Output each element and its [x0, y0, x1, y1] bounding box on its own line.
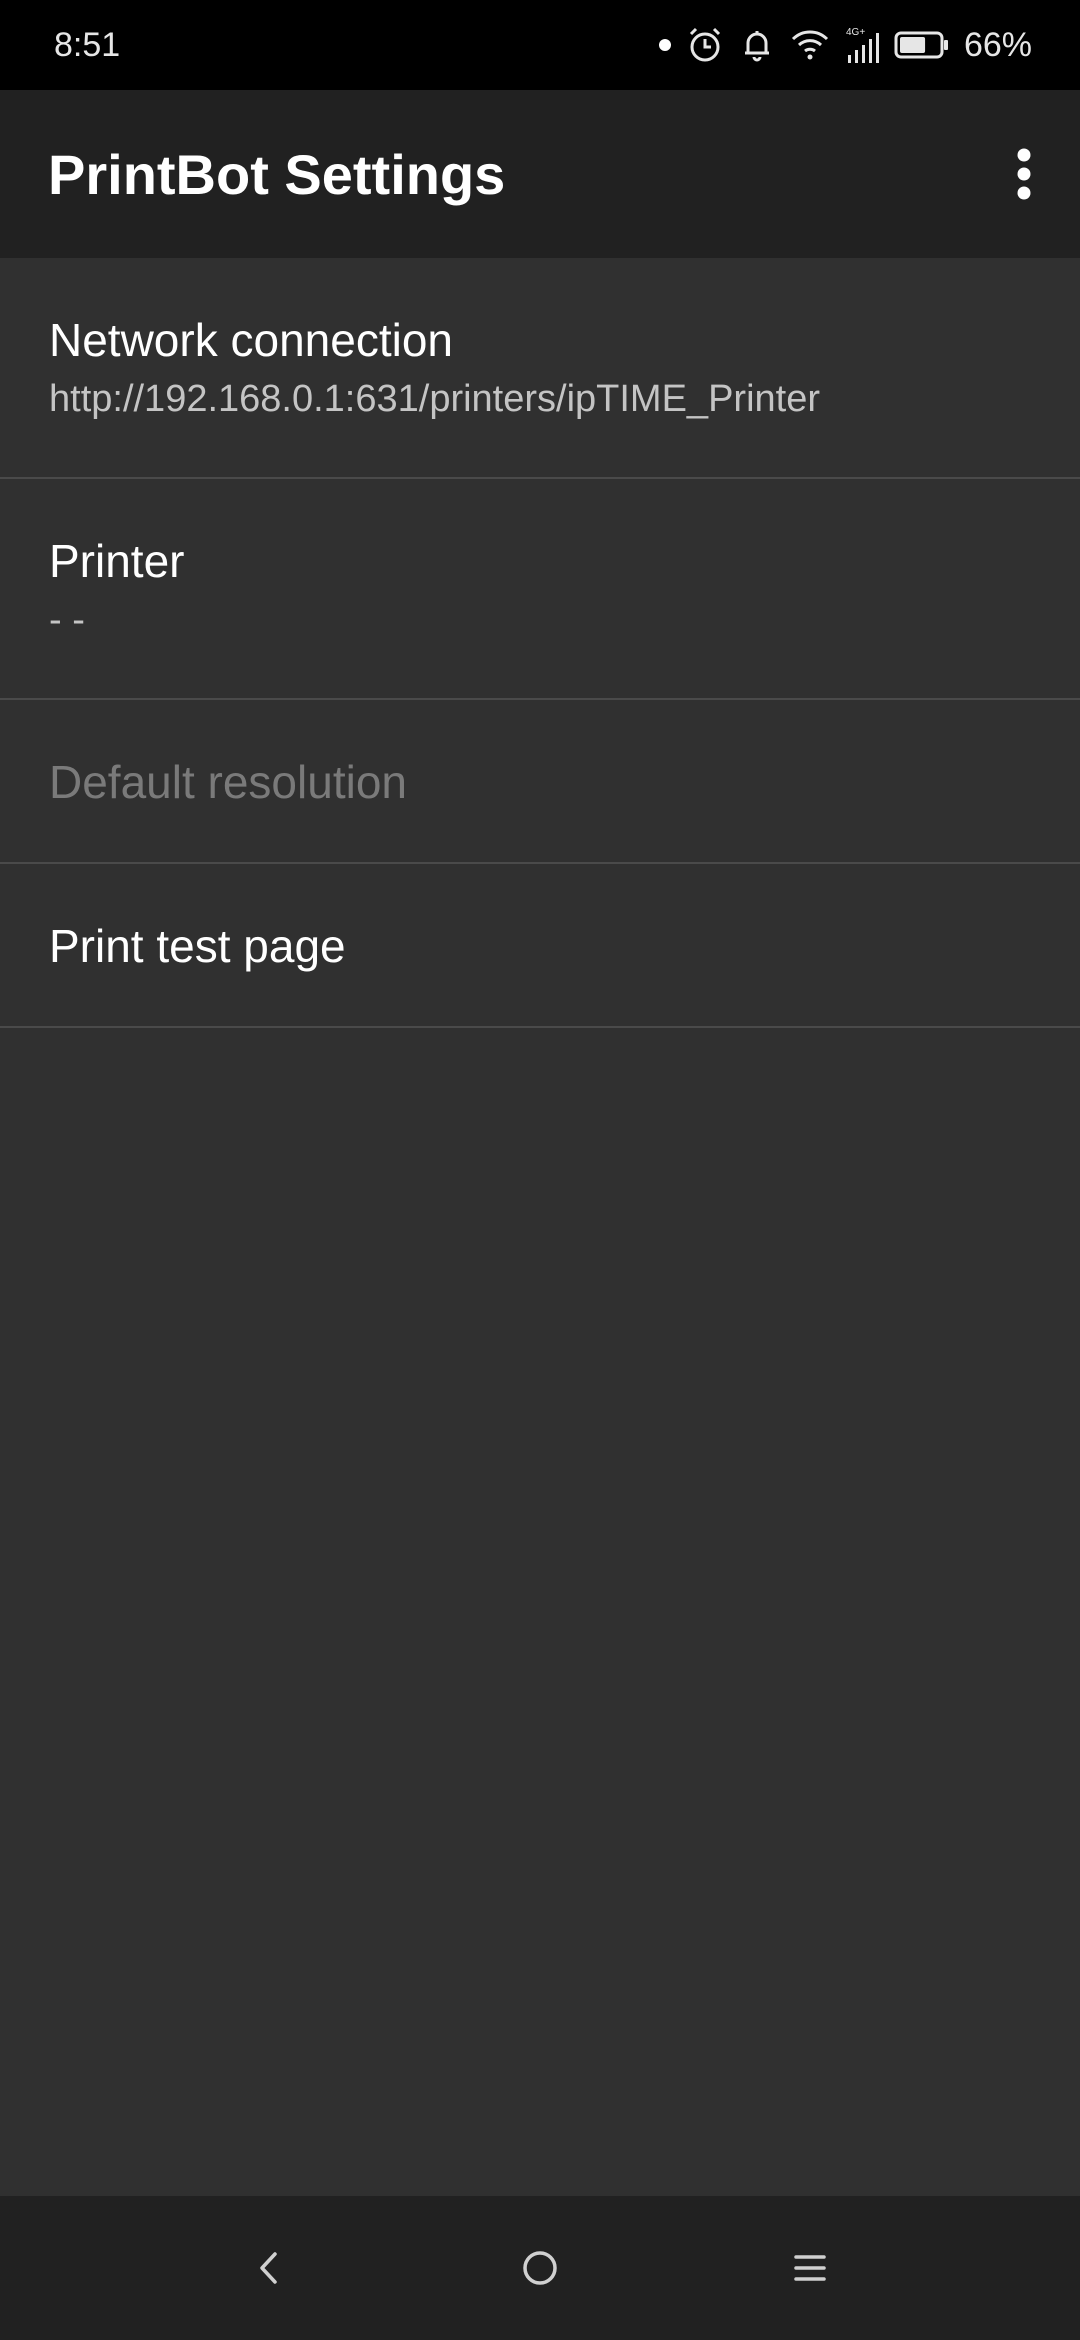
- pref-title: Network connection: [49, 314, 453, 366]
- wifi-icon: [790, 28, 830, 62]
- nav-back-button[interactable]: [234, 2232, 306, 2304]
- more-vert-icon: [1017, 148, 1031, 200]
- status-time: 8:51: [54, 26, 121, 64]
- battery-percent: 66%: [963, 26, 1032, 64]
- pref-network-connection[interactable]: Network connection http://192.168.0.1:63…: [0, 258, 1080, 479]
- pref-title: Printer: [49, 535, 185, 587]
- signal-4g-icon: 4G+: [844, 25, 880, 65]
- bell-icon: [738, 26, 776, 64]
- pref-summary: - -: [49, 599, 85, 641]
- alarm-icon: [686, 26, 724, 64]
- page-title: PrintBot Settings: [48, 143, 506, 206]
- pref-summary: http://192.168.0.1:631/printers/ipTIME_P…: [49, 378, 820, 420]
- notification-dot-icon: [658, 38, 672, 52]
- network-badge: 4G+: [846, 27, 865, 38]
- nav-recents-button[interactable]: [774, 2232, 846, 2304]
- overflow-menu-button[interactable]: [992, 134, 1056, 214]
- recents-icon: [794, 2255, 826, 2281]
- navigation-bar: [0, 2196, 1080, 2340]
- pref-printer[interactable]: Printer - -: [0, 479, 1080, 700]
- app-bar: PrintBot Settings: [0, 90, 1080, 258]
- settings-screen: 8:51 4G+ 66% PrintBot Settings Network c…: [0, 0, 1080, 2340]
- pref-title: Print test page: [49, 920, 346, 972]
- back-icon: [260, 2252, 277, 2284]
- home-icon: [523, 2251, 557, 2285]
- pref-title: Default resolution: [49, 756, 407, 808]
- status-bar: 8:51 4G+ 66%: [0, 0, 1080, 90]
- nav-home-button[interactable]: [504, 2232, 576, 2304]
- status-icons: 4G+ 66%: [658, 22, 1032, 68]
- battery-icon: [894, 30, 950, 60]
- preference-list: Network connection http://192.168.0.1:63…: [0, 258, 1080, 1028]
- pref-default-resolution: Default resolution: [0, 700, 1080, 864]
- pref-print-test-page[interactable]: Print test page: [0, 864, 1080, 1028]
